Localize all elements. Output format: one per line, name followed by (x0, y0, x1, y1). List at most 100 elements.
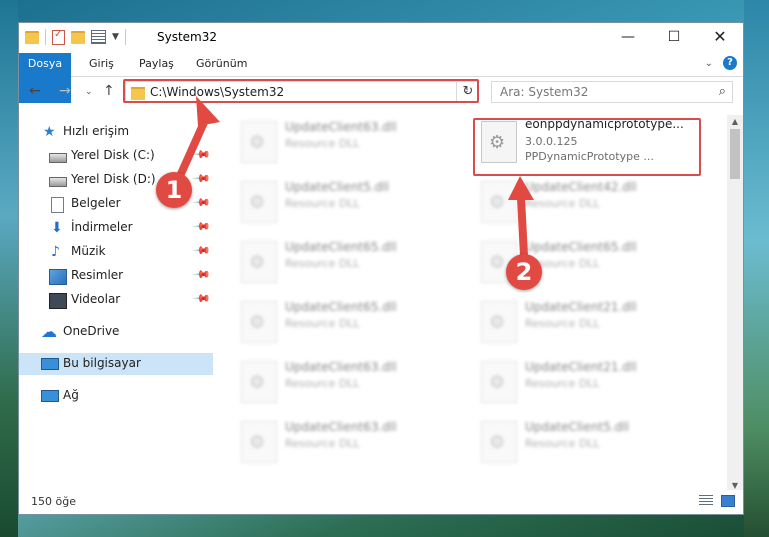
toolbar-divider (124, 29, 126, 45)
file-type: Resource DLL (285, 437, 360, 450)
pin-icon[interactable]: 📌 (193, 193, 212, 212)
pin-icon[interactable]: 📌 (193, 265, 212, 284)
large-icons-view-icon[interactable] (721, 495, 735, 507)
list-item[interactable]: ⚙ UpdateClient21.dll Resource DLL (469, 295, 699, 345)
file-name: UpdateClient65.dll (285, 300, 397, 314)
properties-check-icon[interactable] (52, 29, 65, 45)
sidebar-item-label: Yerel Disk (D:) (71, 172, 156, 186)
gear-icon: ⚙ (489, 192, 506, 213)
sidebar-item-label: İndirmeler (71, 220, 133, 234)
minimize-button[interactable]: — (605, 23, 651, 53)
sidebar-item-onedrive[interactable]: ☁ OneDrive (19, 321, 213, 343)
recent-locations-chevron-icon[interactable]: ⌄ (85, 87, 93, 97)
drive-icon (49, 177, 67, 187)
gear-icon: ⚙ (489, 252, 506, 273)
ribbon-tabs: Dosya Giriş Paylaş Görünüm ⌄ ? (19, 53, 743, 103)
file-name: UpdateClient63.dll (285, 360, 397, 374)
sidebar-item-local-disk-c[interactable]: Yerel Disk (C:) 📌 (19, 145, 213, 167)
gear-icon: ⚙ (489, 312, 506, 333)
file-name: UpdateClient63.dll (285, 420, 397, 434)
scroll-up-icon[interactable]: ▲ (727, 117, 743, 126)
gear-icon: ⚙ (489, 432, 506, 453)
scroll-down-icon[interactable]: ▼ (727, 481, 743, 490)
sidebar-item-label: Bu bilgisayar (63, 356, 141, 370)
list-item[interactable]: ⚙ UpdateClient21.dll Resource DLL (469, 355, 699, 405)
new-folder-icon[interactable] (71, 30, 85, 44)
tab-share[interactable]: Paylaş (139, 53, 174, 76)
item-count: 150 öğe (31, 495, 76, 508)
sidebar-item-label: Yerel Disk (C:) (71, 148, 155, 162)
customize-toolbar-icon[interactable] (91, 30, 106, 44)
explorer-window: ▼ System32 — ☐ ✕ Dosya Giriş Paylaş Görü… (18, 22, 744, 515)
title-bar: ▼ System32 — ☐ ✕ (19, 23, 743, 53)
tab-home[interactable]: Giriş (89, 53, 114, 76)
list-item[interactable]: ⚙ UpdateClient63.dll Resource DLL (229, 415, 459, 465)
sidebar-item-label: Videolar (71, 292, 121, 306)
dll-file-icon: ⚙ (481, 361, 517, 403)
help-icon[interactable]: ? (723, 56, 737, 70)
ribbon-right-controls: ⌄ ? (705, 56, 737, 70)
refresh-icon[interactable]: ↻ (456, 81, 479, 103)
file-name: UpdateClient65.dll (525, 240, 637, 254)
dll-file-icon: ⚙ (481, 421, 517, 463)
navigation-pane: ★ Hızlı erişim Yerel Disk (C:) 📌 Yerel D… (19, 115, 215, 492)
sidebar-item-label: Hızlı erişim (63, 124, 130, 138)
videos-icon (49, 293, 67, 309)
step-badge-1: 1 (156, 172, 192, 208)
up-arrow-icon[interactable]: ↑ (103, 83, 115, 99)
forward-arrow-icon[interactable]: → (59, 83, 71, 99)
pin-icon[interactable]: 📌 (193, 217, 212, 236)
gear-icon: ⚙ (249, 372, 266, 393)
tab-view[interactable]: Görünüm (196, 53, 247, 76)
file-name: UpdateClient21.dll (525, 360, 637, 374)
address-path[interactable]: C:\Windows\System32 (150, 85, 284, 99)
search-input[interactable]: Ara: System32 ⌕ (491, 81, 733, 103)
list-item[interactable]: ⚙ UpdateClient63.dll Resource DLL (229, 355, 459, 405)
dll-file-icon: ⚙ (481, 301, 517, 343)
back-arrow-icon[interactable]: ← (29, 83, 41, 99)
dll-file-icon: ⚙ (481, 181, 517, 223)
list-item[interactable]: ⚙ UpdateClient65.dll Resource DLL (469, 235, 699, 285)
dll-file-icon: ⚙ (241, 421, 277, 463)
vertical-scrollbar[interactable]: ▲ ▼ (727, 115, 743, 492)
search-icon[interactable]: ⌕ (719, 84, 726, 99)
close-button[interactable]: ✕ (697, 23, 743, 53)
sidebar-item-videos[interactable]: Videolar 📌 (19, 289, 213, 311)
sidebar-item-network[interactable]: Ağ (19, 385, 213, 407)
toolbar-divider (45, 29, 46, 45)
dll-file-icon: ⚙ (241, 121, 277, 163)
file-type: Resource DLL (285, 317, 360, 330)
list-item[interactable]: ⚙ UpdateClient63.dll Resource DLL (229, 115, 459, 165)
maximize-button[interactable]: ☐ (651, 23, 697, 53)
details-view-icon[interactable] (699, 495, 713, 507)
pin-icon[interactable]: 📌 (193, 169, 212, 188)
sidebar-item-quick-access[interactable]: ★ Hızlı erişim (19, 121, 213, 143)
chevron-down-icon[interactable]: ▼ (112, 32, 119, 42)
address-bar[interactable]: C:\Windows\System32 ⌄ (125, 81, 479, 103)
dll-file-icon: ⚙ (241, 301, 277, 343)
list-item[interactable]: ⚙ UpdateClient42.dll Resource DLL (469, 175, 699, 225)
list-item[interactable]: ⚙ UpdateClient5.dll Resource DLL (469, 415, 699, 465)
gear-icon: ⚙ (249, 192, 266, 213)
file-name: UpdateClient5.dll (525, 420, 629, 434)
sidebar-item-music[interactable]: ♪ Müzik 📌 (19, 241, 213, 263)
gear-icon: ⚙ (249, 312, 266, 333)
dll-file-icon: ⚙ (241, 241, 277, 283)
sidebar-item-downloads[interactable]: ⬇ İndirmeler 📌 (19, 217, 213, 239)
sidebar-item-this-pc[interactable]: Bu bilgisayar (19, 353, 213, 375)
folder-icon[interactable] (25, 30, 39, 44)
file-type: Resource DLL (285, 377, 360, 390)
list-item[interactable]: ⚙ UpdateClient65.dll Resource DLL (229, 295, 459, 345)
sidebar-item-label: Ağ (63, 388, 79, 402)
step-badge-2: 2 (506, 254, 542, 290)
scrollbar-thumb[interactable] (730, 129, 740, 179)
file-type: Resource DLL (525, 377, 600, 390)
list-item[interactable]: ⚙ UpdateClient65.dll Resource DLL (229, 235, 459, 285)
pin-icon[interactable]: 📌 (193, 145, 212, 164)
expand-ribbon-chevron-icon[interactable]: ⌄ (705, 58, 713, 69)
list-item[interactable]: ⚙ UpdateClient5.dll Resource DLL (229, 175, 459, 225)
pin-icon[interactable]: 📌 (193, 241, 212, 260)
sidebar-item-pictures[interactable]: Resimler 📌 (19, 265, 213, 287)
dll-file-icon: ⚙ (241, 361, 277, 403)
pin-icon[interactable]: 📌 (193, 289, 212, 308)
